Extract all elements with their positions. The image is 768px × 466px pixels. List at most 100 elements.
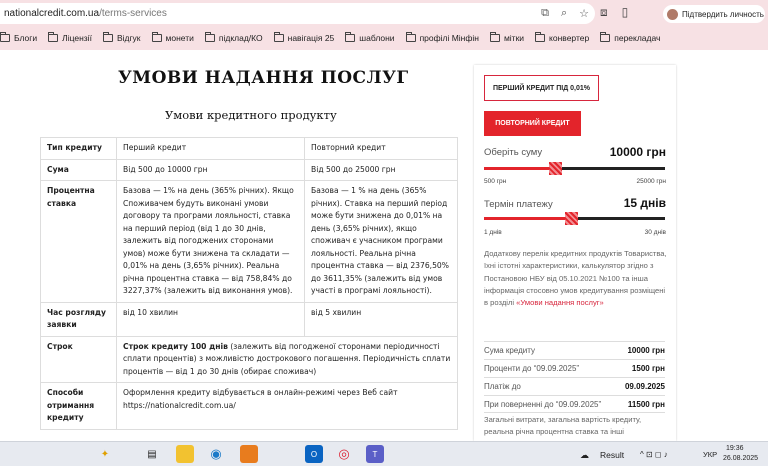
url-path: /terms-services	[99, 8, 167, 19]
summary-row: Платіж до 09.09.2025	[484, 377, 665, 395]
term-slider[interactable]	[484, 212, 665, 225]
bookmark-label: конвертер	[549, 33, 590, 43]
address-bar[interactable]: nationalcredit.com.ua/terms-services ⧉ ⌕…	[0, 3, 595, 24]
row-header: Строк	[40, 335, 117, 383]
term-bold-text: Строк кредиту 100 днів	[123, 341, 228, 351]
extensions-icon[interactable]: ⧈	[600, 5, 608, 20]
file-explorer-icon[interactable]	[176, 445, 194, 463]
sum-slider[interactable]	[484, 162, 665, 175]
folder-icon	[489, 32, 500, 42]
row-header: Способи отримання кредиту	[40, 382, 117, 430]
sidebar-icon[interactable]: ▯	[622, 5, 629, 20]
credit-terms-table: Тип кредиту Перший кредит Повторний кредит…	[40, 137, 458, 430]
chrome-icon[interactable]: ◎	[335, 445, 353, 463]
bookmarks-bar: Блоги Ліцензії Відгук монети підклад/КО навіг…	[0, 29, 671, 47]
table-cell: від 5 хвилин	[304, 301, 458, 337]
table-row: Процентна ставка Базова — 1% на день (365…	[40, 180, 458, 303]
bookmark-label: шаблони	[359, 33, 395, 43]
clock-time[interactable]: 19:36	[726, 445, 744, 452]
folder-icon	[102, 32, 113, 42]
bookmark-item[interactable]: мітки	[489, 32, 524, 43]
bookmark-item[interactable]: монети	[151, 32, 194, 43]
terms-link[interactable]: «Умови надання послуг»	[516, 298, 604, 307]
folder-icon	[345, 32, 356, 42]
term-value: 15 днів	[623, 196, 666, 210]
sum-label: Оберіть суму	[484, 147, 543, 158]
table-cell: Повторний кредит	[304, 137, 458, 160]
term-slider-handle[interactable]	[565, 212, 578, 225]
bookmark-label: монети	[165, 33, 194, 43]
sum-slider-fill	[484, 167, 555, 170]
bookmark-item[interactable]: навігація 25	[273, 32, 335, 43]
term-max-label: 30 днів	[644, 229, 666, 236]
table-cell: Від 500 до 25000 грн	[304, 158, 458, 181]
table-row: Способи отримання кредиту Оформлення кред…	[40, 382, 458, 430]
bookmark-star-icon[interactable]: ☆	[579, 7, 589, 20]
summary-value: 10000 грн	[627, 346, 665, 355]
summary-label: При поверненні до “09.09.2025”	[484, 399, 602, 409]
folder-icon	[405, 32, 416, 42]
bookmark-item[interactable]: Ліцензії	[48, 32, 92, 43]
bookmark-item[interactable]: конвертер	[535, 32, 590, 43]
first-credit-button[interactable]: ПЕРШИЙ КРЕДИТ ПІД 0,01%	[484, 75, 599, 101]
row-header: Сума	[40, 158, 117, 181]
sum-slider-handle[interactable]	[549, 162, 562, 175]
bookmark-label: підклад/КО	[218, 33, 263, 43]
clock-date[interactable]: 26.08.2025	[723, 455, 758, 462]
row-header: Тип кредиту	[40, 137, 117, 160]
bookmark-label: навігація 25	[287, 33, 335, 43]
folder-icon	[48, 32, 59, 42]
bookmark-item[interactable]: Відгук	[102, 32, 141, 43]
tray-icons[interactable]: ^ ⊡ ◻ ♪	[640, 450, 668, 459]
summary-value: 11500 грн	[627, 399, 665, 409]
weather-icon[interactable]: ☁	[580, 450, 589, 461]
table-cell: Перший кредит	[116, 137, 305, 160]
credit-calculator: ПЕРШИЙ КРЕДИТ ПІД 0,01% ПОВТОРНИЙ КРЕДИТ…	[474, 65, 676, 441]
table-row: Строк Строк кредиту 100 днів (залежить ві…	[40, 335, 458, 383]
costs-note: Загальні витрати, загальна вартість кред…	[484, 415, 642, 437]
url-host: nationalcredit.com.ua	[4, 8, 100, 19]
table-row: Час розгляду заявки від 10 хвилин від 5 хв…	[40, 301, 458, 337]
translate-icon[interactable]: ⧉	[541, 7, 549, 20]
bookmark-item[interactable]: профілі Мінфін	[405, 32, 479, 43]
table-cell: Базова — 1% на день (365% річних). Якщо …	[116, 180, 305, 303]
zoom-icon[interactable]: ⌕	[561, 7, 567, 20]
sum-max-label: 25000 грн	[636, 178, 666, 185]
summary-label: Проценти до “09.09.2025”	[484, 364, 580, 373]
bookmark-label: Блоги	[14, 33, 38, 43]
row-header: Час розгляду заявки	[40, 301, 117, 337]
bookmark-item[interactable]: Блоги	[0, 32, 38, 43]
weather-label[interactable]: Result	[600, 450, 624, 460]
language-indicator[interactable]: УКР	[703, 450, 717, 459]
page-title: УМОВИ НАДАННЯ ПОСЛУГ	[118, 68, 409, 88]
repeat-credit-button[interactable]: ПОВТОРНИЙ КРЕДИТ	[484, 111, 581, 136]
bookmark-item[interactable]: шаблони	[345, 32, 395, 43]
term-label: Термін платежу	[484, 199, 553, 210]
app-icon[interactable]	[240, 445, 258, 463]
summary-label: Сума кредиту	[484, 346, 535, 355]
sum-min-label: 500 грн	[484, 178, 507, 185]
page-content: УМОВИ НАДАННЯ ПОСЛУГ Умови кредитного пр…	[0, 50, 768, 441]
bookmark-item[interactable]: перекладач	[600, 32, 661, 43]
table-row: Сума Від 500 до 10000 грн Від 500 до 25000…	[40, 158, 458, 181]
copilot-icon[interactable]: ✦	[96, 445, 114, 463]
bookmark-label: Відгук	[116, 33, 141, 43]
info-note: Додаткову перелік кредитних продуктів То…	[484, 248, 668, 309]
table-cell: Базова — 1 % на день (365% річних). Став…	[304, 180, 458, 303]
bookmark-label: перекладач	[614, 33, 661, 43]
table-cell: Строк кредиту 100 днів (залежить від пог…	[116, 335, 458, 383]
edge-icon[interactable]: ◉	[207, 445, 225, 463]
teams-icon[interactable]: T	[366, 445, 384, 463]
table-cell: Оформлення кредиту відбувається в онлайн…	[116, 382, 458, 430]
profile-button[interactable]: Підтвердить личность	[663, 5, 765, 23]
table-cell: Від 500 до 10000 грн	[116, 158, 305, 181]
summary-value: 1500 грн	[631, 364, 665, 373]
folder-icon	[204, 32, 215, 42]
folder-icon	[273, 32, 284, 42]
folder-icon	[0, 32, 10, 42]
task-view-icon[interactable]: ▤	[143, 445, 161, 463]
folder-icon	[151, 32, 162, 42]
summary-row: Проценти до “09.09.2025” 1500 грн	[484, 359, 665, 377]
bookmark-item[interactable]: підклад/КО	[204, 32, 263, 43]
outlook-icon[interactable]: O	[305, 445, 323, 463]
